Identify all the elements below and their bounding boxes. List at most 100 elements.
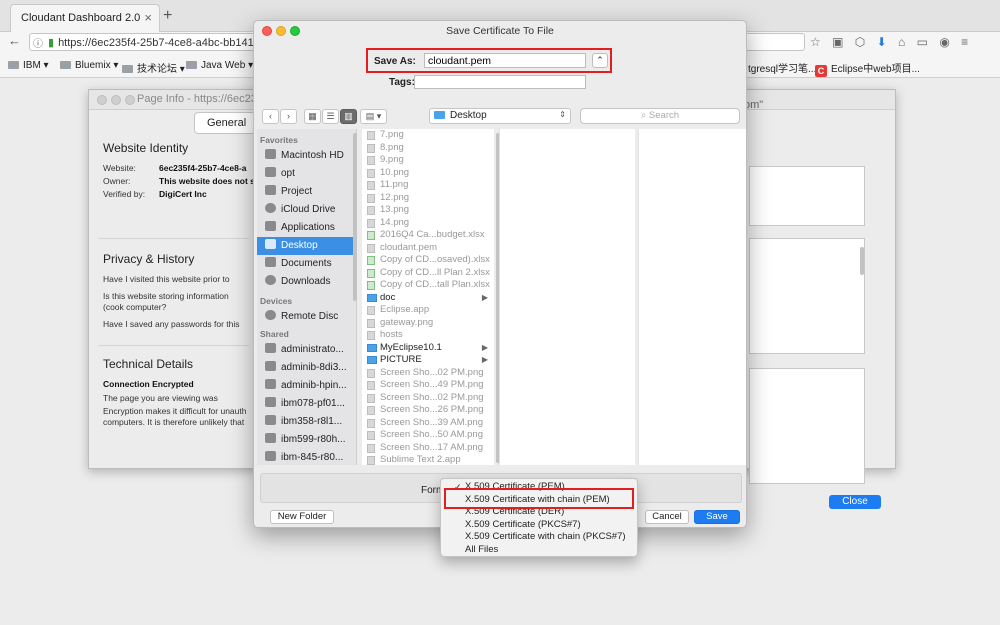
expand-dialog-chevron-icon[interactable]: ⌃ [592, 53, 608, 68]
file-name: cloudant.pem [380, 241, 438, 253]
file-item[interactable]: 9.png [362, 154, 494, 167]
privacy-question: Have I visited this website prior to tod… [103, 274, 230, 284]
bookmark-eclipse[interactable]: C Eclipse中web项目... [815, 60, 920, 77]
back-chevron-icon[interactable]: ‹ [262, 109, 279, 124]
browser-tab[interactable]: Cloudant Dashboard 2.0 × [10, 4, 160, 32]
computer-icon [265, 415, 276, 425]
sidebar-item-documents[interactable]: Documents [257, 255, 356, 273]
format-option[interactable]: X.509 Certificate (PKCS#7) [441, 519, 637, 532]
sidebar-item-shared[interactable]: adminib-hpin... [257, 377, 356, 395]
sidebar-item-shared[interactable]: adminib-8di3... [257, 359, 356, 377]
pocket-icon[interactable]: ⬡ [855, 35, 865, 49]
home-icon[interactable]: ⌂ [898, 35, 905, 49]
column-view-icon[interactable]: ▥ [340, 109, 357, 124]
bookmark-folder-javaweb[interactable]: Java Web ▾ [186, 60, 253, 71]
file-item[interactable]: 14.png [362, 217, 494, 230]
file-item[interactable]: Screen Sho...49 PM.png [362, 379, 494, 392]
file-icon [367, 393, 375, 403]
forward-chevron-icon[interactable]: › [280, 109, 297, 124]
file-item[interactable]: gateway.png [362, 317, 494, 330]
file-item[interactable]: Copy of CD...osaved).xlsx [362, 254, 494, 267]
file-item[interactable]: Screen Sho...17 AM.png [362, 442, 494, 455]
search-input[interactable]: ⌕ Search [580, 108, 740, 124]
sidebar-item-downloads[interactable]: Downloads [257, 273, 356, 291]
close-button[interactable]: Close [829, 495, 881, 509]
save-as-label: Save As: [374, 56, 416, 67]
file-item[interactable]: Screen Sho...02 PM.png [362, 392, 494, 405]
format-option[interactable]: X.509 Certificate with chain (PKCS#7) [441, 531, 637, 544]
bookmark-postgresql[interactable]: tgresql学习笔... [748, 60, 816, 75]
folder-item[interactable]: MyEclipse10.1 ▶ [362, 342, 494, 355]
minimize-window-icon[interactable] [111, 95, 121, 105]
bookmark-folder-ibm[interactable]: IBM ▾ [8, 60, 49, 71]
close-window-icon[interactable] [262, 26, 272, 36]
computer-icon [265, 361, 276, 371]
sidebar-item-project[interactable]: Project [257, 183, 356, 201]
sidebar-item-shared[interactable]: ibm-845-r80... [257, 449, 356, 465]
file-item[interactable]: Copy of CD...ll Plan 2.xlsx [362, 267, 494, 280]
back-arrow-icon[interactable]: ← [8, 33, 21, 48]
zoom-window-icon[interactable] [290, 26, 300, 36]
computer-icon [265, 451, 276, 461]
save-button[interactable]: Save [694, 510, 740, 524]
close-window-icon[interactable] [97, 95, 107, 105]
cover-flow-icon[interactable]: ▤ ▾ [360, 109, 387, 124]
file-item[interactable]: cloudant.pem [362, 242, 494, 255]
list-view-icon[interactable]: ☰ [322, 109, 339, 124]
sidebar-scrollbar[interactable] [353, 133, 357, 301]
file-name: Screen Sho...26 PM.png [380, 404, 484, 415]
sidebar-item-shared[interactable]: administrato... [257, 341, 356, 359]
reader-view-icon[interactable]: ▣ [832, 35, 843, 49]
sidebar-item-shared[interactable]: ibm078-pf01... [257, 395, 356, 413]
tab-general[interactable]: General [194, 112, 260, 134]
sidebar-item-desktop[interactable]: Desktop [257, 237, 356, 255]
file-item[interactable]: Eclipse.app [362, 304, 494, 317]
computer-icon [265, 379, 276, 389]
bookmark-star-icon[interactable]: ☆ [810, 35, 821, 49]
file-item[interactable]: 8.png [362, 142, 494, 155]
zoom-window-icon[interactable] [125, 95, 135, 105]
icon-view-icon[interactable]: ▦ [304, 109, 321, 124]
screen-icon[interactable]: ▭ [917, 35, 928, 49]
file-item[interactable]: 11.png [362, 179, 494, 192]
file-item[interactable]: Sublime Text 2.app [362, 454, 494, 465]
close-tab-icon[interactable]: × [144, 10, 152, 25]
sidebar-item-opt[interactable]: opt [257, 165, 356, 183]
cancel-button[interactable]: Cancel [645, 510, 689, 524]
bookmark-folder-forum[interactable]: 技术论坛 ▾ [122, 60, 185, 75]
file-item[interactable]: Screen Sho...02 PM.png [362, 367, 494, 380]
location-select[interactable]: Desktop ⇕ [429, 108, 571, 124]
sidebar-item-applications[interactable]: Applications [257, 219, 356, 237]
sidebar-item-icloud-drive[interactable]: iCloud Drive [257, 201, 356, 219]
file-item[interactable]: Screen Sho...39 AM.png [362, 417, 494, 430]
sidebar-item-remote-disc[interactable]: Remote Disc [257, 308, 356, 326]
file-item[interactable]: Copy of CD...tall Plan.xlsx [362, 279, 494, 292]
folder-item[interactable]: doc ▶ [362, 292, 494, 305]
file-item[interactable]: Screen Sho...50 AM.png [362, 429, 494, 442]
save-as-input[interactable] [424, 53, 586, 68]
minimize-window-icon[interactable] [276, 26, 286, 36]
folder-item[interactable]: PICTURE ▶ [362, 354, 494, 367]
download-icon[interactable]: ⬇ [877, 35, 887, 49]
file-item[interactable]: 12.png [362, 192, 494, 205]
file-item[interactable]: 7.png [362, 129, 494, 142]
new-folder-button[interactable]: New Folder [270, 510, 334, 524]
file-item[interactable]: hosts [362, 329, 494, 342]
file-item[interactable]: 10.png [362, 167, 494, 180]
format-option[interactable]: All Files [441, 544, 637, 557]
sidebar-item-shared[interactable]: ibm599-r80h... [257, 431, 356, 449]
file-item[interactable]: 2016Q4 Ca...budget.xlsx [362, 229, 494, 242]
file-item[interactable]: 13.png [362, 204, 494, 217]
tags-input[interactable] [414, 75, 586, 89]
new-tab-button[interactable]: + [163, 7, 172, 25]
bookmark-folder-bluemix[interactable]: Bluemix ▾ [60, 60, 118, 71]
file-name: 8.png [380, 141, 404, 153]
sidebar-item-shared[interactable]: ibm358-r8l1... [257, 413, 356, 431]
menu-icon[interactable]: ≡ [961, 35, 968, 49]
info-icon[interactable]: ⓘ [33, 35, 43, 50]
file-item[interactable]: Screen Sho...26 PM.png [362, 404, 494, 417]
scrollbar[interactable] [860, 247, 864, 275]
devices-heading: Devices [260, 296, 293, 306]
sidebar-item-macintosh-hd[interactable]: Macintosh HD [257, 147, 356, 165]
extension-icon[interactable]: ◉ [939, 35, 949, 49]
